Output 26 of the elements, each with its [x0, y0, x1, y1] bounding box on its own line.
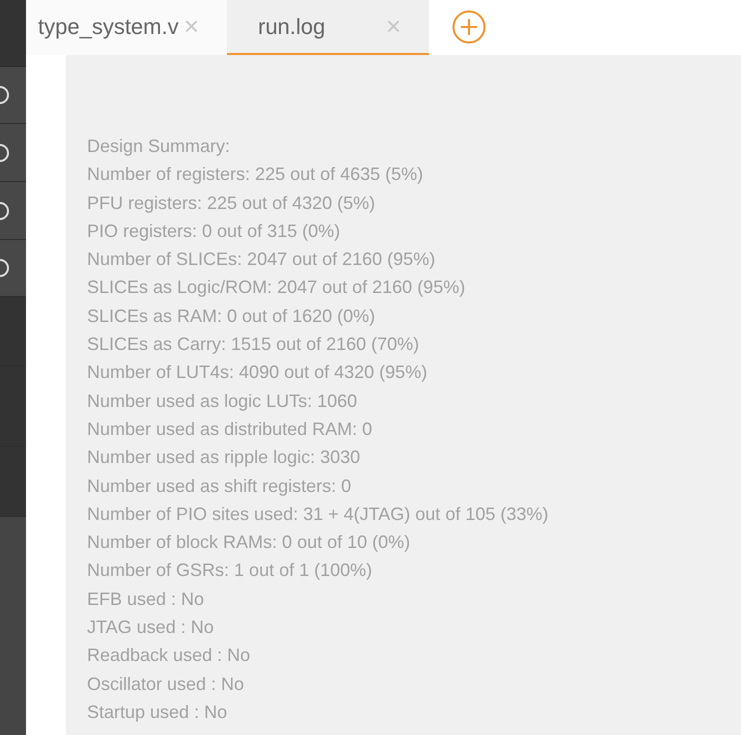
log-line: SLICEs as Logic/ROM: 2047 out of 2160 (95%)	[87, 276, 466, 300]
log-line: Number of LUT4s: 4090 out of 4320 (95%)	[87, 361, 428, 384]
file-tab[interactable]: type_system.v ×	[26, 0, 227, 55]
log-line: Readback used : No	[87, 644, 252, 668]
log-line: Number of GSRs: 1 out of 1 (100%)	[87, 559, 374, 582]
tab-label: type_system.v	[38, 14, 179, 40]
log-line: PFU registers: 225 out of 4320 (5%)	[87, 192, 376, 215]
log-line: Number used as logic LUTs: 1060	[87, 390, 358, 413]
log-line: Design Summary:	[87, 135, 232, 158]
log-line: Number of registers: 225 out of 4635 (5%)	[87, 163, 424, 186]
log-line: Number used as shift registers: 0	[87, 474, 352, 498]
log-line: SLICEs as RAM: 0 out of 1620 (0%)	[87, 304, 376, 328]
log-line: JTAG used : No	[87, 616, 215, 640]
log-line: PIO registers: 0 out of 315 (0%)	[87, 220, 342, 243]
add-tab-icon[interactable]	[452, 10, 486, 44]
log-line: EFB used : No	[87, 588, 206, 611]
tab-label: run.log	[258, 14, 326, 40]
log-line: Number used as distributed RAM: 0	[87, 418, 374, 441]
log-line: Number used as ripple logic: 3030	[87, 446, 362, 470]
log-line: Number of block RAMs: 0 out of 10 (0%)	[87, 531, 412, 554]
log-line: Number of PIO sites used: 31 + 4(JTAG) out of 105 (33%)	[87, 502, 550, 526]
log-line: Startup used : No	[87, 700, 228, 724]
log-line: Oscillator used : No	[87, 672, 246, 696]
log-line: Number of SLICEs: 2047 out of 2160 (95%)	[87, 248, 436, 272]
log-line: SLICEs as Carry: 1515 out of 2160 (70%)	[87, 333, 420, 356]
file-tab[interactable]: run.log ×	[227, 0, 429, 55]
